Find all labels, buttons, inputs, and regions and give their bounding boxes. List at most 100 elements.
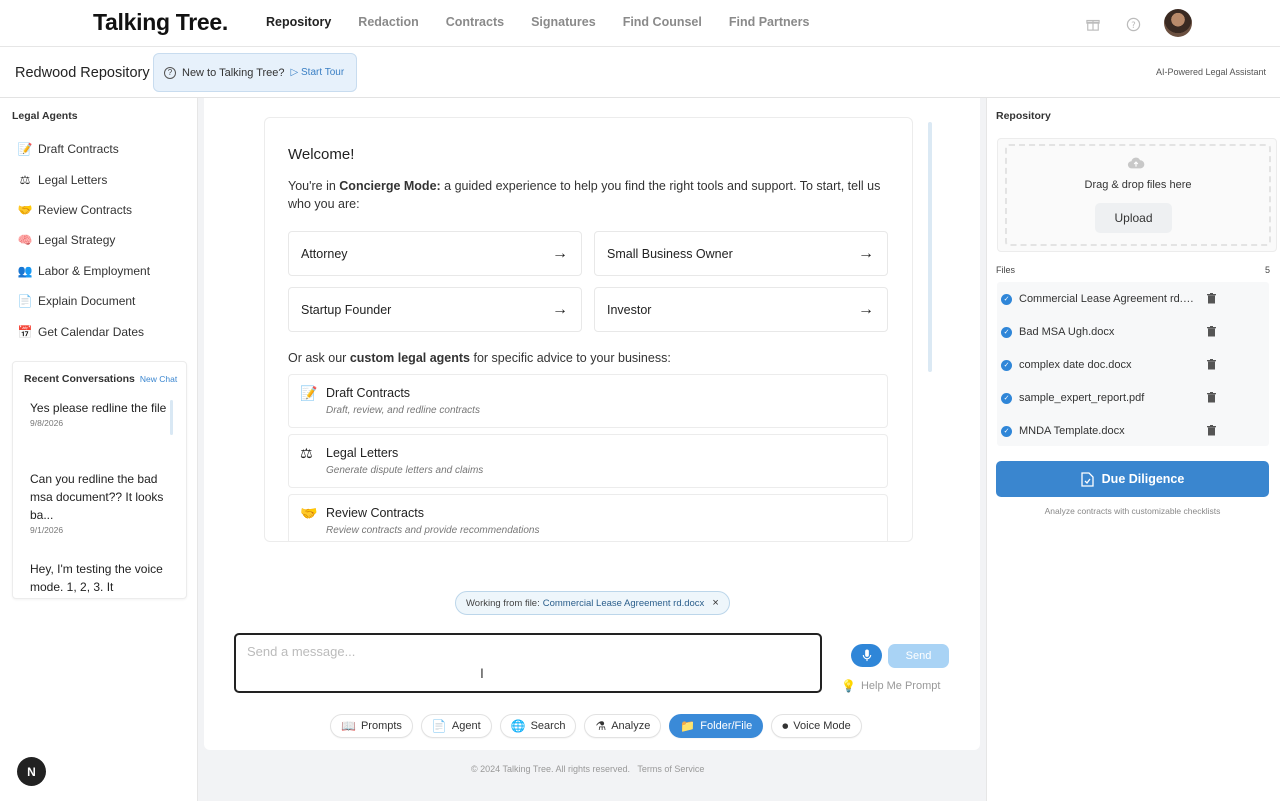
file-item[interactable]: ✓ Commercial Lease Agreement rd.docx <box>1001 285 1226 313</box>
agents-prompt-text: Or ask our custom legal agents for speci… <box>288 351 671 365</box>
microphone-button[interactable] <box>851 644 882 667</box>
file-name: sample_expert_report.pdf <box>1019 392 1145 404</box>
help-icon: ? <box>164 66 176 79</box>
agent-card-name: Review Contracts <box>326 506 424 520</box>
chat-main: Welcome! You're in Concierge Mode: a gui… <box>204 98 980 750</box>
tool-prompts[interactable]: 📖 Prompts <box>330 714 413 738</box>
trash-icon[interactable] <box>1207 392 1216 403</box>
sidebar-item-review-contracts[interactable]: 🤝 Review Contracts <box>17 195 150 225</box>
check-circle-icon[interactable]: ✓ <box>1001 359 1012 371</box>
agent-list: 📝 Draft Contracts ⚖ Legal Letters 🤝 Review … <box>17 134 151 347</box>
due-diligence-label: Due Diligence <box>1101 472 1185 486</box>
sidebar-item-explain-document[interactable]: 📄 Explain Document <box>17 286 150 316</box>
file-item[interactable]: ✓ sample_expert_report.pdf <box>1001 384 1226 412</box>
sidebar-item-legal-letters[interactable]: ⚖ Legal Letters <box>17 164 150 194</box>
document-icon: 📄 <box>431 719 447 733</box>
agent-card-legal-letters[interactable]: ⚖ Legal Letters Generate dispute letters… <box>288 434 888 488</box>
nav-icon-group: ? <box>1084 9 1192 37</box>
main-scrollbar[interactable] <box>928 122 932 372</box>
help-circle-icon[interactable]: ? <box>1124 15 1142 33</box>
dev-badge[interactable]: N <box>17 757 46 786</box>
trash-icon[interactable] <box>1207 425 1216 436</box>
nav-find-partners[interactable]: Find Partners <box>729 15 810 29</box>
agent-label: Review Contracts <box>38 202 133 217</box>
chat-toolbar: 📖 Prompts 📄 Agent 🌐 Search ⚗ Analyze 📁 Folder… <box>330 714 870 738</box>
ask-bold: custom legal agents <box>349 351 471 365</box>
close-icon[interactable]: × <box>712 597 718 609</box>
recent-scrollbar[interactable] <box>170 400 173 435</box>
trash-icon[interactable] <box>1207 326 1216 337</box>
ask-suffix: for specific advice to your business: <box>470 351 671 365</box>
user-avatar[interactable] <box>1164 9 1192 37</box>
nav-contracts[interactable]: Contracts <box>446 15 504 29</box>
file-item[interactable]: ✓ Bad MSA Ugh.docx <box>1001 318 1226 346</box>
tool-search[interactable]: 🌐 Search <box>499 714 577 738</box>
role-startup-founder-button[interactable]: Startup Founder → <box>288 287 582 332</box>
conversation-item[interactable]: Hey, I'm testing the voice mode. 1, 2, 3… <box>30 560 170 596</box>
file-item[interactable]: ✓ MNDA Template.docx <box>1001 417 1226 445</box>
tool-analyze[interactable]: ⚗ Analyze <box>584 714 662 738</box>
folder-icon: 📁 <box>680 719 696 733</box>
app-logo[interactable]: Talking Tree. <box>93 9 228 36</box>
agent-card-desc: Generate dispute letters and claims <box>326 465 484 476</box>
tool-label: Search <box>530 720 566 732</box>
role-investor-button[interactable]: Investor → <box>594 287 888 332</box>
sidebar-item-calendar-dates[interactable]: 📅 Get Calendar Dates <box>17 316 150 346</box>
agent-label: Labor & Employment <box>38 263 151 278</box>
microphone-icon <box>862 649 871 662</box>
sidebar-item-labor-employment[interactable]: 👥 Labor & Employment <box>17 256 151 286</box>
upload-button[interactable]: Upload <box>1095 203 1172 233</box>
trash-icon[interactable] <box>1207 293 1216 304</box>
dropzone-border: Drag & drop files here Upload <box>1005 144 1271 246</box>
message-input[interactable] <box>247 644 807 659</box>
sidebar-item-legal-strategy[interactable]: 🧠 Legal Strategy <box>17 225 150 255</box>
file-item[interactable]: ✓ complex date doc.docx <box>1001 351 1226 379</box>
sidebar-item-draft-contracts[interactable]: 📝 Draft Contracts <box>17 134 150 164</box>
nav-signatures[interactable]: Signatures <box>531 15 596 29</box>
role-label: Startup Founder <box>301 302 392 317</box>
conversation-title: Yes please redline the file <box>30 401 167 415</box>
main-nav: Repository Redaction Contracts Signature… <box>266 15 836 29</box>
tool-voice-mode[interactable]: ⏺ Voice Mode <box>771 714 862 738</box>
file-dropzone[interactable]: Drag & drop files here Upload <box>997 138 1277 252</box>
copyright-text: © 2024 Talking Tree. All rights reserved… <box>471 764 631 774</box>
nav-find-counsel[interactable]: Find Counsel <box>623 15 702 29</box>
check-circle-icon[interactable]: ✓ <box>1001 425 1012 437</box>
new-chat-link[interactable]: New Chat <box>140 374 177 384</box>
tool-label: Folder/File <box>700 720 753 732</box>
nav-repository[interactable]: Repository <box>266 15 331 29</box>
cloud-upload-icon <box>1127 157 1145 169</box>
tool-agent[interactable]: 📄 Agent <box>420 714 492 738</box>
tour-banner: ? New to Talking Tree? ▷ Start Tour <box>153 53 357 92</box>
start-tour-label: Start Tour <box>301 67 345 78</box>
book-icon: 📖 <box>341 719 356 733</box>
due-diligence-subtitle: Analyze contracts with customizable chec… <box>1044 506 1221 516</box>
role-attorney-button[interactable]: Attorney → <box>288 231 582 276</box>
trash-icon[interactable] <box>1207 359 1216 370</box>
arrow-right-icon: → <box>858 244 874 262</box>
agent-label: Legal Strategy <box>38 233 116 248</box>
check-circle-icon[interactable]: ✓ <box>1001 326 1012 338</box>
start-tour-link[interactable]: ▷ Start Tour <box>291 67 345 78</box>
nav-redaction[interactable]: Redaction <box>358 15 418 29</box>
agent-card-draft-contracts[interactable]: 📝 Draft Contracts Draft, review, and red… <box>288 374 888 428</box>
conversation-item[interactable]: Yes please redline the file 9/8/2026 <box>30 399 170 428</box>
tool-folder-file[interactable]: 📁 Folder/File <box>669 714 764 738</box>
send-button[interactable]: Send <box>888 644 949 668</box>
role-small-business-button[interactable]: Small Business Owner → <box>594 231 888 276</box>
document-check-icon <box>1081 471 1094 487</box>
check-circle-icon[interactable]: ✓ <box>1001 392 1012 404</box>
conversation-item[interactable]: Can you redline the bad msa document?? I… <box>30 470 170 535</box>
lightbulb-icon: 💡 <box>841 679 856 693</box>
tool-label: Prompts <box>360 720 402 732</box>
due-diligence-button[interactable]: Due Diligence <box>996 461 1269 497</box>
gift-icon[interactable] <box>1084 15 1102 33</box>
agent-card-review-contracts[interactable]: 🤝 Review Contracts Review contracts and … <box>288 494 888 541</box>
check-circle-icon[interactable]: ✓ <box>1001 293 1012 305</box>
assistant-label: AI-Powered Legal Assistant <box>1155 67 1266 77</box>
agent-card-name: Draft Contracts <box>326 386 411 400</box>
tool-label: Agent <box>451 720 481 732</box>
left-divider <box>197 98 198 801</box>
help-me-prompt-button[interactable]: 💡 Help Me Prompt <box>841 679 940 693</box>
terms-link[interactable]: Terms of Service <box>637 764 704 774</box>
